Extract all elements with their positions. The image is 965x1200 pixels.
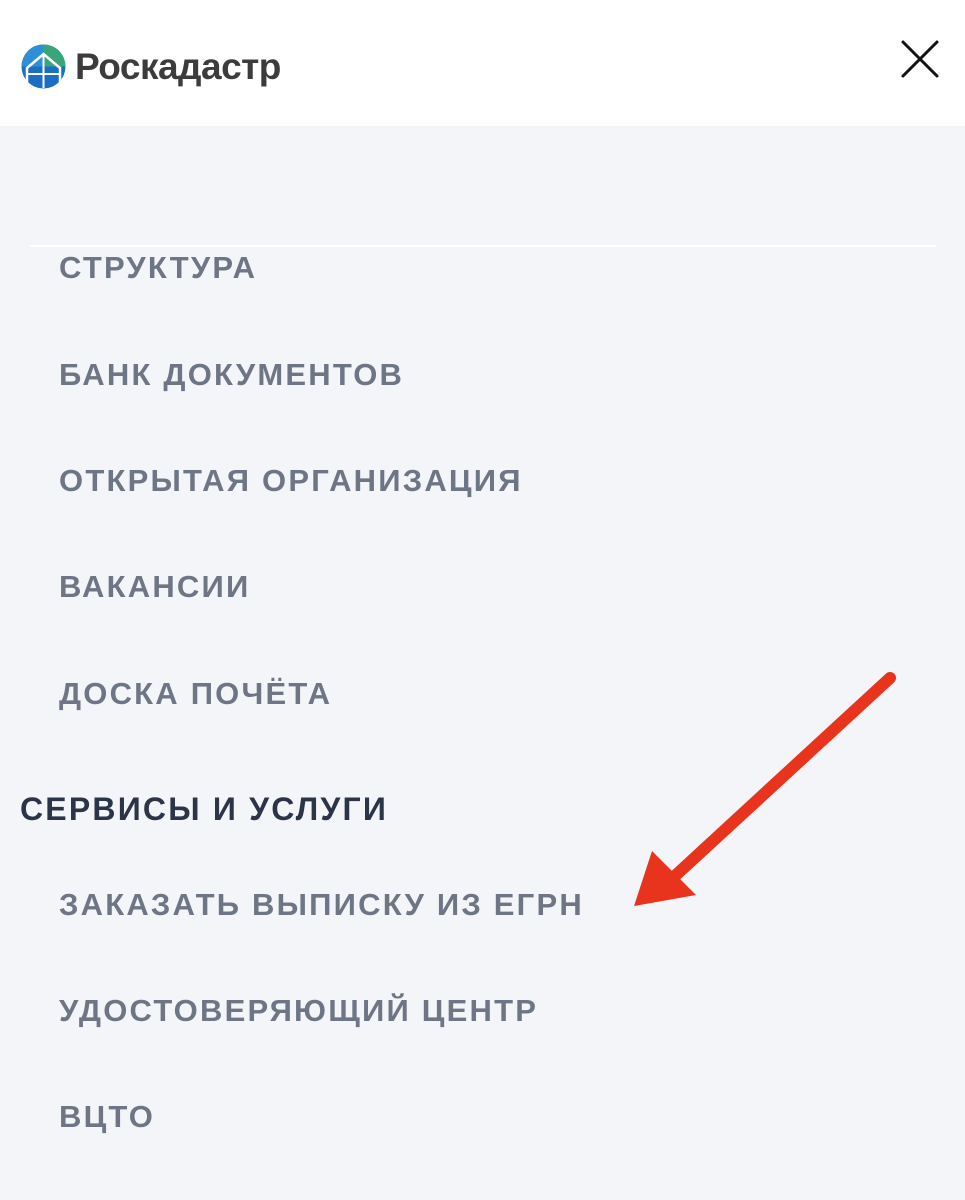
menu-item-honor-board[interactable]: ДОСКА ПОЧЁТА [59,676,332,712]
close-icon[interactable] [899,38,941,80]
top-bar: Роскадастр [0,0,965,126]
logo-text: Роскадастр [75,46,281,87]
menu-item-structure[interactable]: СТРУКТУРА [59,250,257,286]
menu-item-order-egrn-extract[interactable]: ЗАКАЗАТЬ ВЫПИСКУ ИЗ ЕГРН [59,887,584,923]
logo[interactable]: Роскадастр [21,44,281,89]
menu-item-vacancies[interactable]: ВАКАНСИИ [59,569,250,605]
menu-item-documents-bank[interactable]: БАНК ДОКУМЕНТОВ [59,357,404,393]
roskadastr-logo-icon [21,44,66,89]
menu-divider [30,245,936,247]
menu-item-certification-center[interactable]: УДОСТОВЕРЯЮЩИЙ ЦЕНТР [59,993,538,1029]
menu-item-open-organization[interactable]: ОТКРЫТАЯ ОРГАНИЗАЦИЯ [59,463,523,499]
menu-item-vcto[interactable]: ВЦТО [59,1099,155,1135]
section-title-services: СЕРВИСЫ И УСЛУГИ [20,791,389,827]
